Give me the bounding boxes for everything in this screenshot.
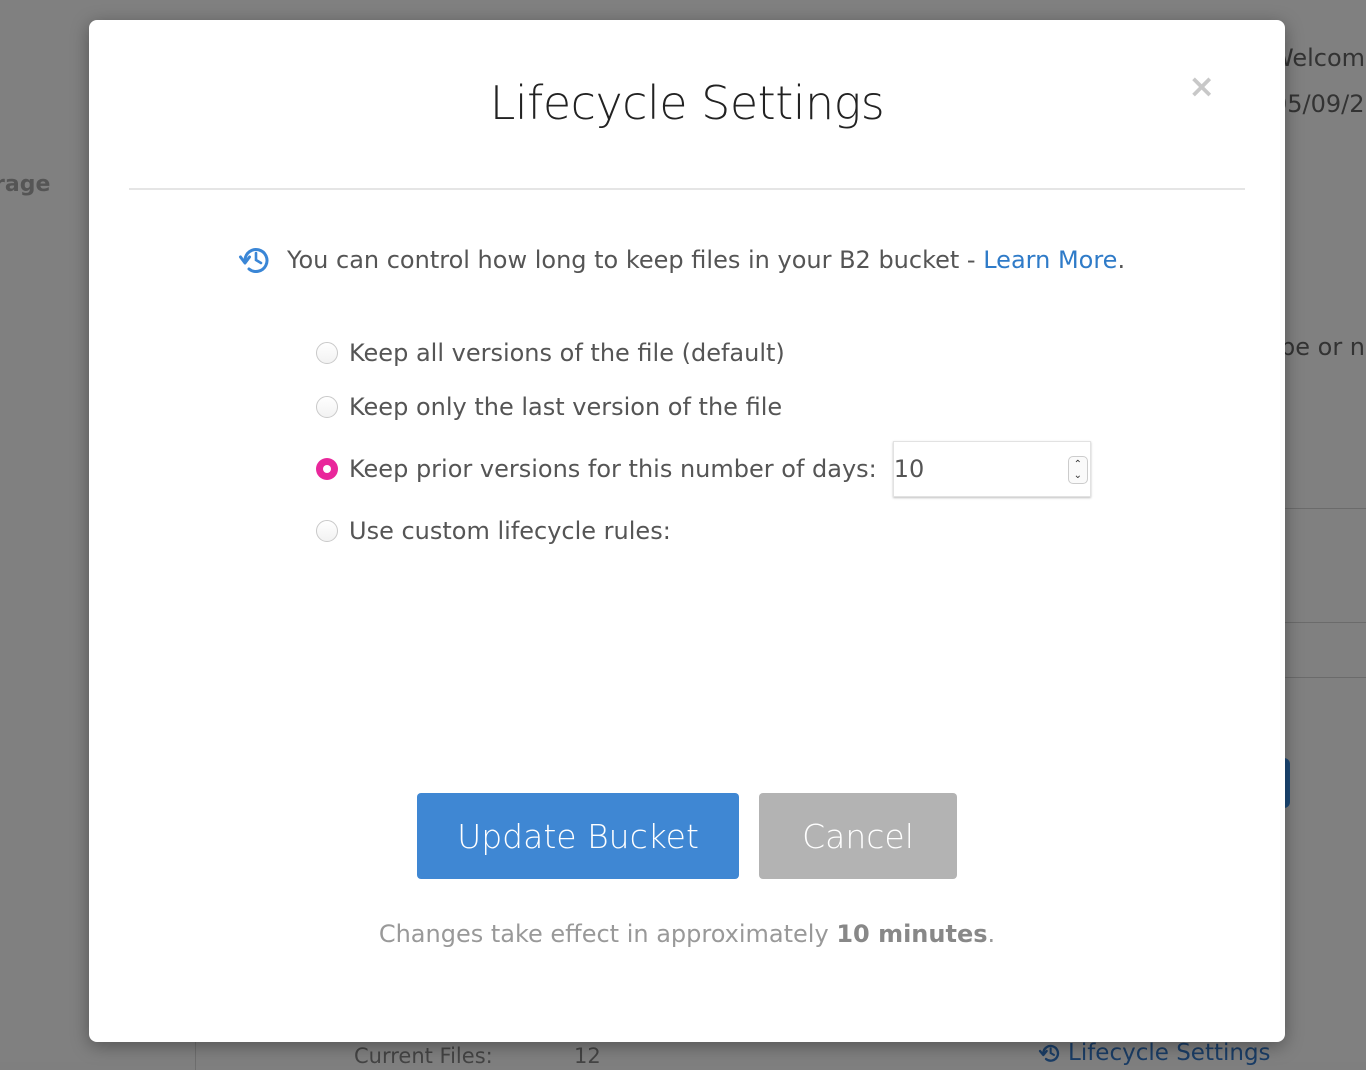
option-custom-rules[interactable]: Use custom lifecycle rules:: [316, 514, 1091, 548]
radio-keep-all[interactable]: [316, 342, 338, 364]
bg-current-files-label: Current Files:: [354, 1044, 493, 1068]
bg-storage-heading: rage: [0, 172, 51, 197]
effect-time-note: Changes take effect in approximately 10 …: [89, 920, 1285, 948]
modal-title: Lifecycle Settings: [489, 76, 885, 130]
footnote-prefix: Changes take effect in approximately: [378, 920, 837, 948]
spinner-up-icon[interactable]: ⌃: [1074, 459, 1082, 470]
lifecycle-options: Keep all versions of the file (default) …: [316, 336, 1091, 548]
bg-divider: [1285, 508, 1366, 509]
spinner-down-icon[interactable]: ⌄: [1074, 470, 1082, 481]
bg-type-or-text: pe or n: [1280, 333, 1366, 361]
option-label: Use custom lifecycle rules:: [349, 517, 671, 545]
radio-custom-rules[interactable]: [316, 520, 338, 542]
history-clock-icon: [1038, 1044, 1060, 1062]
option-keep-last[interactable]: Keep only the last version of the file: [316, 390, 1091, 424]
intro-suffix: .: [1117, 246, 1126, 274]
update-bucket-button[interactable]: Update Bucket: [417, 793, 739, 879]
radio-keep-prior-days[interactable]: [316, 458, 338, 480]
title-divider: [129, 188, 1245, 190]
bg-lifecycle-link-label: Lifecycle Settings: [1068, 1040, 1271, 1066]
option-label: Keep prior versions for this number of d…: [349, 455, 877, 483]
bg-divider: [1285, 677, 1366, 678]
intro-text: You can control how long to keep files i…: [237, 242, 1125, 278]
option-label: Keep only the last version of the file: [349, 393, 783, 421]
option-label: Keep all versions of the file (default): [349, 339, 785, 367]
lifecycle-settings-modal: × Lifecycle Settings You can control how…: [89, 20, 1285, 1042]
footnote-suffix: .: [987, 920, 996, 948]
bg-divider: [1285, 622, 1366, 623]
days-spinner[interactable]: ⌃ ⌄: [1067, 456, 1088, 484]
intro-text-label: You can control how long to keep files i…: [287, 246, 984, 274]
bg-current-files-value: 12: [574, 1044, 601, 1068]
radio-keep-last[interactable]: [316, 396, 338, 418]
bg-date-text: 05/09/2: [1272, 90, 1365, 118]
bg-lifecycle-settings-link: Lifecycle Settings: [1038, 1040, 1271, 1066]
learn-more-link[interactable]: Learn More: [983, 246, 1117, 274]
history-clock-icon: [239, 248, 269, 273]
days-number-input[interactable]: ⌃ ⌄: [892, 441, 1091, 497]
cancel-button[interactable]: Cancel: [759, 793, 957, 879]
footnote-duration: 10 minutes: [836, 920, 988, 948]
days-input-field[interactable]: [893, 454, 1046, 484]
option-keep-prior-days[interactable]: Keep prior versions for this number of d…: [316, 441, 1091, 497]
option-keep-all[interactable]: Keep all versions of the file (default): [316, 336, 1091, 370]
